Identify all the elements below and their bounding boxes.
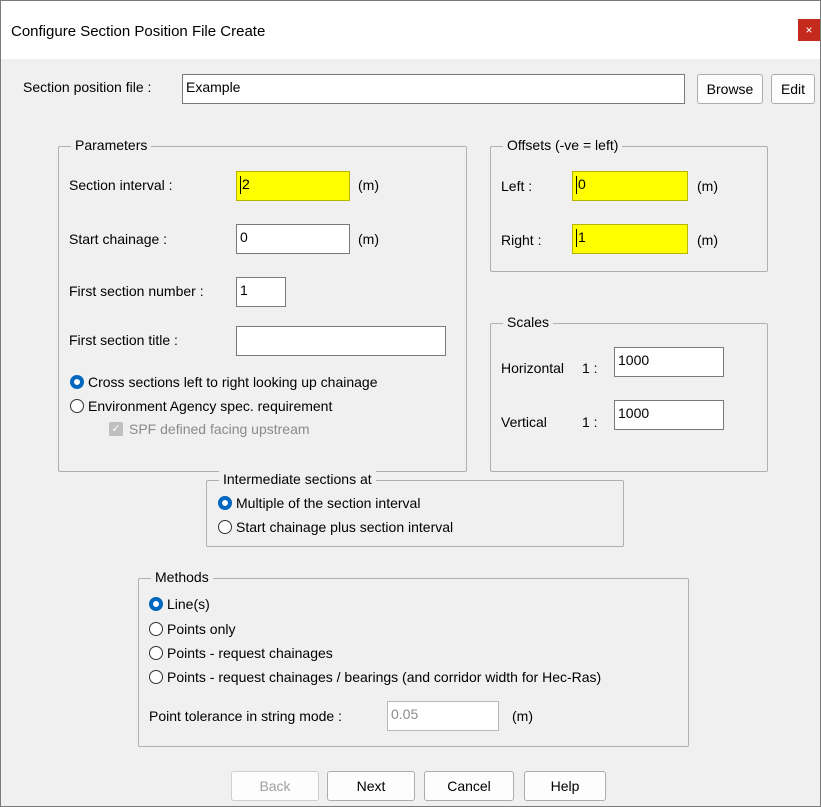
first-section-title-input[interactable] xyxy=(236,326,446,356)
start-chainage-label: Start chainage : xyxy=(69,231,168,247)
first-section-number-value: 1 xyxy=(240,282,248,298)
radio-cross-sections[interactable]: Cross sections left to right looking up … xyxy=(70,374,378,390)
radio-points-only-label: Points only xyxy=(167,621,236,637)
browse-button[interactable]: Browse xyxy=(697,74,763,104)
radio-unselected-icon xyxy=(70,399,84,413)
next-button[interactable]: Next xyxy=(327,771,415,801)
offset-right-value: 1 xyxy=(578,229,586,245)
help-button[interactable]: Help xyxy=(524,771,606,801)
section-interval-label: Section interval : xyxy=(69,177,173,193)
radio-start-chainage-plus-interval[interactable]: Start chainage plus section interval xyxy=(218,519,453,535)
radio-lines-label: Line(s) xyxy=(167,596,210,612)
dialog-title: Configure Section Position File Create xyxy=(11,23,266,40)
point-tolerance-value: 0.05 xyxy=(391,706,419,722)
radio-points-request-chainages-label: Points - request chainages xyxy=(167,645,333,661)
radio-unselected-icon xyxy=(149,646,163,660)
radio-multiple-of-interval[interactable]: Multiple of the section interval xyxy=(218,495,420,511)
radio-environment-agency-label: Environment Agency spec. requirement xyxy=(88,398,333,414)
horizontal-scale-input[interactable]: 1000 xyxy=(614,347,724,377)
spf-checkbox[interactable]: ✓ SPF defined facing upstream xyxy=(109,421,310,437)
parameters-group-title: Parameters xyxy=(71,137,152,153)
spf-checkbox-label: SPF defined facing upstream xyxy=(129,421,310,437)
radio-unselected-icon xyxy=(149,622,163,636)
section-interval-value: 2 xyxy=(242,176,250,192)
section-position-file-label: Section position file : xyxy=(23,79,152,95)
radio-points-only[interactable]: Points only xyxy=(149,621,235,637)
horizontal-scale-prefix: 1 : xyxy=(582,360,598,376)
horizontal-scale-value: 1000 xyxy=(618,352,650,368)
title-bar: Configure Section Position File Create × xyxy=(1,1,820,59)
intermediate-sections-title: Intermediate sections at xyxy=(219,471,376,487)
horizontal-scale-label: Horizontal xyxy=(501,360,565,376)
radio-multiple-of-interval-label: Multiple of the section interval xyxy=(236,495,421,511)
section-interval-input[interactable]: 2 xyxy=(236,171,350,201)
offset-left-input[interactable]: 0 xyxy=(572,171,688,201)
first-section-number-label: First section number : xyxy=(69,283,204,299)
radio-selected-icon xyxy=(70,375,84,389)
radio-selected-icon xyxy=(149,597,163,611)
radio-lines[interactable]: Line(s) xyxy=(149,596,210,612)
back-button[interactable]: Back xyxy=(231,771,319,801)
methods-group-title: Methods xyxy=(151,569,213,585)
text-caret xyxy=(576,229,577,248)
edit-button[interactable]: Edit xyxy=(771,74,815,104)
checkbox-check-icon: ✓ xyxy=(109,422,123,436)
radio-start-chainage-plus-interval-label: Start chainage plus section interval xyxy=(236,519,454,535)
offset-right-input[interactable]: 1 xyxy=(572,224,688,254)
scales-group-title: Scales xyxy=(503,314,554,330)
section-interval-unit: (m) xyxy=(358,177,379,193)
intermediate-sections-group: Intermediate sections at xyxy=(206,471,624,547)
section-position-file-input[interactable]: Example xyxy=(182,74,685,104)
radio-points-request-bearings[interactable]: Points - request chainages / bearings (a… xyxy=(149,669,601,685)
point-tolerance-unit: (m) xyxy=(512,708,533,724)
vertical-scale-label: Vertical xyxy=(501,414,547,430)
radio-cross-sections-label: Cross sections left to right looking up … xyxy=(88,374,378,390)
radio-points-request-chainages[interactable]: Points - request chainages xyxy=(149,645,333,661)
radio-environment-agency[interactable]: Environment Agency spec. requirement xyxy=(70,398,332,414)
vertical-scale-prefix: 1 : xyxy=(582,414,598,430)
section-position-file-value: Example xyxy=(186,79,241,95)
radio-unselected-icon xyxy=(218,520,232,534)
first-section-title-label: First section title : xyxy=(69,332,178,348)
scales-group: Scales xyxy=(490,314,768,472)
radio-points-request-bearings-label: Points - request chainages / bearings (a… xyxy=(167,669,602,685)
point-tolerance-label: Point tolerance in string mode : xyxy=(149,708,342,724)
vertical-scale-input[interactable]: 1000 xyxy=(614,400,724,430)
text-caret xyxy=(240,176,241,195)
offsets-group-title: Offsets (-ve = left) xyxy=(503,137,623,153)
first-section-number-input[interactable]: 1 xyxy=(236,277,286,307)
offset-right-unit: (m) xyxy=(697,232,718,248)
point-tolerance-input[interactable]: 0.05 xyxy=(387,701,499,731)
offset-left-label: Left : xyxy=(501,178,533,194)
cancel-button[interactable]: Cancel xyxy=(424,771,514,801)
dialog-window: Configure Section Position File Create ×… xyxy=(0,0,821,807)
start-chainage-input[interactable]: 0 xyxy=(236,224,350,254)
radio-unselected-icon xyxy=(149,670,163,684)
offset-left-unit: (m) xyxy=(697,178,718,194)
start-chainage-value: 0 xyxy=(240,229,248,245)
offset-right-label: Right : xyxy=(501,232,542,248)
radio-selected-icon xyxy=(218,496,232,510)
text-caret xyxy=(576,176,577,195)
offset-left-value: 0 xyxy=(578,176,586,192)
vertical-scale-value: 1000 xyxy=(618,405,650,421)
close-icon[interactable]: × xyxy=(798,19,820,41)
start-chainage-unit: (m) xyxy=(358,231,379,247)
